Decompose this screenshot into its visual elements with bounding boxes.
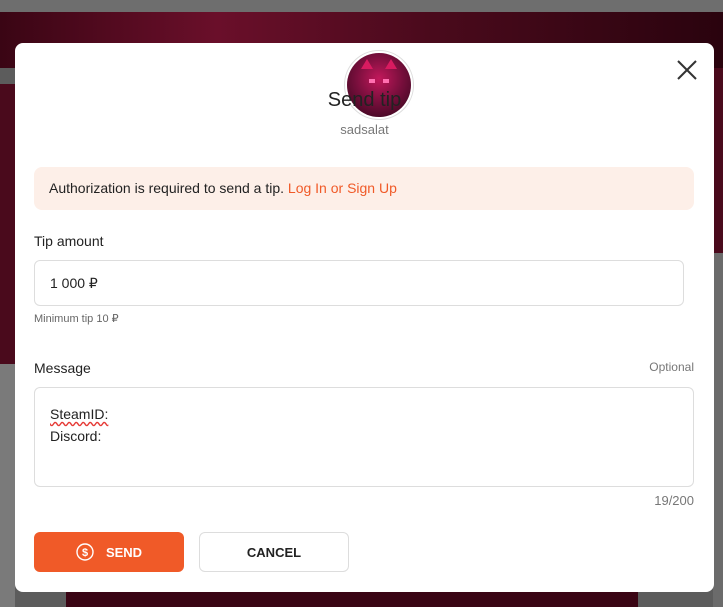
- close-icon: [677, 60, 697, 80]
- coin-icon: $: [76, 543, 94, 561]
- optional-label: Optional: [649, 360, 694, 374]
- modal-title: Send tip: [327, 89, 402, 111]
- background-bottom-banner: [66, 592, 638, 607]
- cancel-button[interactable]: CANCEL: [199, 532, 349, 572]
- send-tip-modal: Send tip sadsalat Authorization is requi…: [15, 43, 714, 592]
- tip-amount-value: 1 000 ₽: [50, 274, 98, 291]
- tip-amount-label: Tip amount: [34, 233, 104, 249]
- cancel-button-label: CANCEL: [246, 544, 302, 560]
- background-right-sidebar: [713, 253, 723, 607]
- message-label: Message: [34, 360, 91, 376]
- character-counter: 19/200: [654, 493, 694, 508]
- message-line: Discord:: [50, 428, 102, 444]
- background-right-panel: [713, 68, 723, 253]
- close-button[interactable]: [675, 58, 699, 82]
- tip-amount-input[interactable]: 1 000 ₽: [34, 260, 684, 306]
- login-signup-link[interactable]: Log In or Sign Up: [288, 180, 397, 196]
- message-textarea[interactable]: SteamID: Discord:: [34, 387, 694, 487]
- background-topbar: [0, 0, 723, 12]
- background-left-panel: [0, 84, 15, 364]
- message-line: SteamID:: [50, 406, 109, 422]
- auth-alert: Authorization is required to send a tip.…: [34, 167, 694, 210]
- minimum-tip-hint: Minimum tip 10 ₽: [34, 313, 119, 325]
- background-left-sidebar: [0, 364, 15, 607]
- svg-text:$: $: [82, 547, 88, 559]
- send-button[interactable]: $ SEND: [34, 532, 184, 572]
- auth-alert-text: Authorization is required to send a tip.: [49, 180, 285, 196]
- recipient-name: sadsalat: [340, 122, 389, 137]
- send-button-label: SEND: [105, 544, 143, 560]
